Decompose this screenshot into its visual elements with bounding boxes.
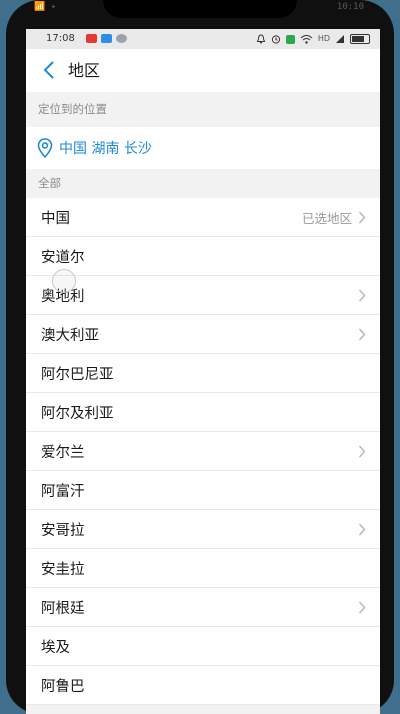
row-trailing: [358, 432, 366, 471]
country-row[interactable]: 阿鲁巴: [26, 666, 380, 705]
country-name: 中国: [41, 210, 70, 227]
video-app-notification-icon: [86, 34, 97, 43]
frame-reflection-left: 📶 ✦: [34, 2, 57, 12]
camera-notch: [103, 0, 297, 18]
country-row[interactable]: 阿根廷: [26, 588, 380, 627]
country-row[interactable]: 埃及: [26, 627, 380, 666]
country-row[interactable]: 爱尔兰: [26, 432, 380, 471]
row-trailing: [358, 276, 366, 315]
back-button[interactable]: [36, 57, 62, 83]
located-location-row[interactable]: 中国 湖南 长沙: [26, 127, 380, 169]
row-trailing: 已选地区: [302, 198, 366, 237]
country-row[interactable]: 阿富汗: [26, 471, 380, 510]
row-trailing: [358, 315, 366, 354]
country-list: 中国 已选地区安道尔奥地利澳大利亚阿尔巴尼亚阿尔及利亚爱尔兰阿富汗安哥拉安圭拉阿根…: [26, 198, 380, 705]
country-row[interactable]: 阿尔巴尼亚: [26, 354, 380, 393]
country-name: 澳大利亚: [41, 327, 99, 344]
battery-icon: [350, 34, 370, 44]
frame-reflection-time: 10:10: [336, 2, 364, 12]
notification-icons: [86, 34, 127, 43]
chevron-right-icon: [358, 289, 366, 302]
country-row[interactable]: 安圭拉: [26, 549, 380, 588]
page-title: 地区: [68, 61, 101, 80]
country-name: 埃及: [41, 639, 70, 656]
location-pin-icon: [37, 138, 53, 158]
bell-icon: [256, 34, 266, 44]
country-row[interactable]: 澳大利亚: [26, 315, 380, 354]
country-row[interactable]: 安哥拉: [26, 510, 380, 549]
row-trailing: [358, 510, 366, 549]
country-name: 阿富汗: [41, 483, 85, 500]
country-row[interactable]: 阿尔及利亚: [26, 393, 380, 432]
country-name: 阿尔巴尼亚: [41, 366, 114, 383]
title-bar: 地区: [26, 49, 380, 92]
back-arrow-icon: [43, 61, 54, 79]
touch-indicator: [52, 269, 76, 293]
row-trailing: [358, 588, 366, 627]
status-time: 17:08: [46, 33, 75, 44]
country-name: 安圭拉: [41, 561, 85, 578]
chevron-right-icon: [358, 328, 366, 341]
sim-badge-icon: [285, 34, 295, 44]
chevron-right-icon: [358, 445, 366, 458]
country-name: 阿根廷: [41, 600, 85, 617]
country-name: 安道尔: [41, 249, 85, 266]
all-section-header: 全部: [26, 169, 380, 198]
hd-label: HD: [317, 34, 330, 43]
country-row[interactable]: 奥地利: [26, 269, 380, 315]
app-badge-icon: [116, 34, 127, 43]
country-name: 爱尔兰: [41, 444, 85, 461]
wifi-icon: [300, 35, 313, 44]
country-name: 阿鲁巴: [41, 678, 85, 695]
chevron-right-icon: [358, 211, 366, 224]
country-row[interactable]: 中国 已选地区: [26, 198, 380, 237]
chevron-right-icon: [358, 523, 366, 536]
country-name: 安哥拉: [41, 522, 85, 539]
phone-frame-top: 📶 ✦ 10:10: [0, 0, 400, 30]
status-bar: 17:08 HD: [26, 29, 380, 49]
status-right: HD: [256, 29, 370, 49]
signal-icon: [336, 35, 344, 43]
country-name: 阿尔及利亚: [41, 405, 114, 422]
located-section-header: 定位到的位置: [26, 92, 380, 127]
selected-region-label: 已选地区: [301, 211, 352, 226]
app-notification-icon: [101, 34, 112, 43]
located-location-text: 中国 湖南 长沙: [59, 141, 152, 157]
country-row[interactable]: 安道尔: [26, 237, 380, 276]
chevron-right-icon: [358, 601, 366, 614]
alarm-icon: [271, 35, 280, 44]
phone-screen: 17:08 HD 地区 定位到的位置 中国 湖南 长沙 全部 中国 已选地区 安…: [26, 29, 380, 714]
